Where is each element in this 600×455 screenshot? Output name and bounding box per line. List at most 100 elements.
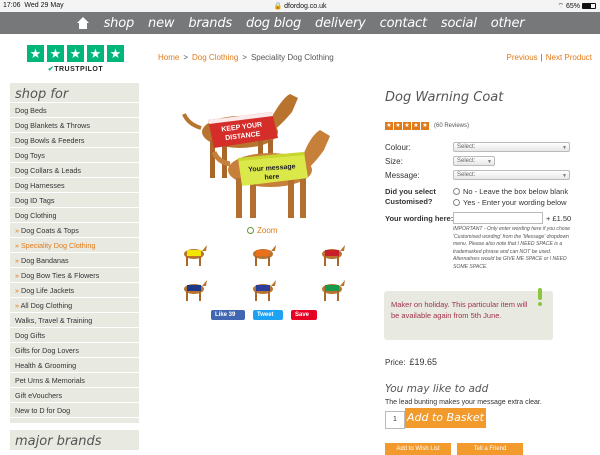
magnifier-icon <box>247 227 254 234</box>
review-count[interactable]: (60 Reviews) <box>434 123 469 129</box>
secondary-actions: Add to Wish List Tell a Friend <box>385 443 523 455</box>
sidebar-item[interactable]: Dog Toys <box>10 148 139 163</box>
tweet-button[interactable]: Tweet <box>253 310 283 320</box>
review-star-icon: ★ <box>394 122 402 130</box>
sidebar-item[interactable]: All Dog Clothing <box>10 298 139 313</box>
sidebar-item[interactable]: Dog Clothing <box>10 208 139 223</box>
sidebar-item[interactable]: Dog Blankets & Throws <box>10 118 139 133</box>
breadcrumb-separator: > <box>183 53 189 62</box>
breadcrumb-home[interactable]: Home <box>158 53 179 62</box>
sidebar-item[interactable]: New to D for Dog <box>10 403 139 418</box>
sidebar-item[interactable]: Walks, Travel & Training <box>10 313 139 328</box>
nav-shop[interactable]: shop <box>104 16 135 31</box>
sidebar-item[interactable]: Dog Harnesses <box>10 178 139 193</box>
pager-divider: | <box>540 53 543 62</box>
price-value: £19.65 <box>409 357 437 367</box>
radio-circle-icon <box>453 188 460 195</box>
sidebar-item[interactable]: Dog Bowls & Feeders <box>10 133 139 148</box>
thumbnail-red[interactable] <box>318 242 346 268</box>
message-label: Message: <box>385 171 420 180</box>
wording-price: + £1.50 <box>546 214 572 223</box>
sidebar-item[interactable]: Speciality Dog Clothing <box>10 238 139 253</box>
quantity-input[interactable]: 1 <box>385 411 405 429</box>
product-title: Dog Warning Coat <box>385 90 504 105</box>
nav-delivery[interactable]: delivery <box>315 16 366 31</box>
review-star-icon: ★ <box>385 122 393 130</box>
thumbnail-blue[interactable] <box>249 277 277 303</box>
star-icon: ★ <box>67 45 84 62</box>
status-right: ⌔ 65% <box>557 2 596 11</box>
review-rating[interactable]: ★ ★ ★ ★ ★ (60 Reviews) <box>385 122 469 130</box>
price-label: Price: <box>385 358 406 367</box>
zoom-link[interactable]: Zoom <box>247 226 277 235</box>
sidebar-item[interactable]: Dog Bandanas <box>10 253 139 268</box>
nav-brands[interactable]: brands <box>188 16 232 31</box>
price-row: Price: £19.65 <box>385 357 437 367</box>
sidebar-item[interactable]: Dog Gifts <box>10 328 139 343</box>
tell-a-friend-button[interactable]: Tell a Friend <box>457 443 523 455</box>
star-icon: ★ <box>107 45 124 62</box>
sidebar: shop for Dog Beds Dog Blankets & Throws Do… <box>10 83 139 423</box>
sidebar-item[interactable]: Health & Grooming <box>10 358 139 373</box>
pinterest-save-button[interactable]: Save <box>291 310 317 320</box>
lock-icon: 🔒 <box>273 3 283 10</box>
upsell-heading: You may like to add <box>385 383 489 395</box>
nav-contact[interactable]: contact <box>380 16 427 31</box>
chevron-down-icon: ▼ <box>562 145 567 151</box>
trustpilot-stars: ★ ★ ★ ★ ★ <box>27 45 124 62</box>
sidebar-item[interactable]: Dog ID Tags <box>10 193 139 208</box>
url-label[interactable]: 🔒 dfordog.co.uk <box>0 2 600 10</box>
star-icon: ★ <box>47 45 64 62</box>
sidebar-item[interactable]: Dog Life Jackets <box>10 283 139 298</box>
add-to-basket-button[interactable]: Add to Basket <box>405 408 486 428</box>
review-star-icon: ★ <box>403 122 411 130</box>
facebook-like-button[interactable]: Like 39 <box>211 310 245 320</box>
wording-input[interactable] <box>453 212 543 224</box>
next-product-link[interactable]: Next Product <box>546 53 592 62</box>
sidebar-item[interactable]: Dog Beds <box>10 103 139 118</box>
radio-no[interactable]: No - Leave the box below blank <box>453 187 568 196</box>
chevron-down-icon: ▼ <box>487 159 492 165</box>
product-pager: Previous | Next Product <box>507 53 592 62</box>
message-select[interactable]: Select: ▼ <box>453 170 570 180</box>
holiday-notice: Maker on holiday. This particular item w… <box>384 288 553 340</box>
radio-circle-icon <box>453 199 460 206</box>
thumbnail-navy[interactable] <box>180 277 208 303</box>
social-buttons: Like 39 Tweet Save <box>211 310 317 320</box>
sidebar-item[interactable]: Pet Urns & Memorials <box>10 373 139 388</box>
sidebar-item[interactable]: Gifts for Dog Lovers <box>10 343 139 358</box>
nav-new[interactable]: new <box>148 16 174 31</box>
nav-dog-blog[interactable]: dog blog <box>246 16 301 31</box>
product-main-image[interactable]: KEEP YOUR DISTANCE Your message here <box>170 84 350 224</box>
review-star-icon: ★ <box>421 122 429 130</box>
sidebar-item[interactable]: Dog Coats & Tops <box>10 223 139 238</box>
holiday-notice-text: Maker on holiday. This particular item w… <box>391 300 528 320</box>
trustpilot-widget[interactable]: ★ ★ ★ ★ ★ ✔TRUSTPILOT <box>27 45 124 73</box>
wifi-icon: ⌔ <box>557 3 565 10</box>
size-select[interactable]: Select: ▼ <box>453 156 495 166</box>
sidebar-item[interactable]: Dog Collars & Leads <box>10 163 139 178</box>
home-icon[interactable] <box>76 17 90 29</box>
nav-other[interactable]: other <box>491 16 525 31</box>
exclamation-icon <box>533 288 547 308</box>
sidebar-item[interactable]: Gift eVouchers <box>10 388 139 403</box>
trustpilot-logo: ✔TRUSTPILOT <box>47 66 104 73</box>
upsell-text: The lead bunting makes your message extr… <box>385 399 542 406</box>
nav-social[interactable]: social <box>441 16 477 31</box>
previous-link[interactable]: Previous <box>507 53 538 62</box>
colour-select[interactable]: Select: ▼ <box>453 142 570 152</box>
sidebar-item[interactable]: Dog Bow Ties & Flowers <box>10 268 139 283</box>
brands-heading: major brands <box>15 434 102 449</box>
add-to-wishlist-button[interactable]: Add to Wish List <box>385 443 451 455</box>
thumbnail-orange[interactable] <box>249 242 277 268</box>
main-nav: shop new brands dog blog delivery contac… <box>0 12 600 34</box>
breadcrumb-category[interactable]: Dog Clothing <box>192 53 238 62</box>
star-icon: ★ <box>87 45 104 62</box>
wording-label: Your wording here: <box>385 214 454 223</box>
brands-panel: major brands <box>10 430 139 450</box>
thumbnail-green[interactable] <box>318 277 346 303</box>
customised-label: Did you select Customised? <box>385 187 436 206</box>
review-star-icon: ★ <box>412 122 420 130</box>
thumbnail-yellow[interactable] <box>180 242 208 268</box>
radio-yes[interactable]: Yes - Enter your wording below <box>453 198 567 207</box>
